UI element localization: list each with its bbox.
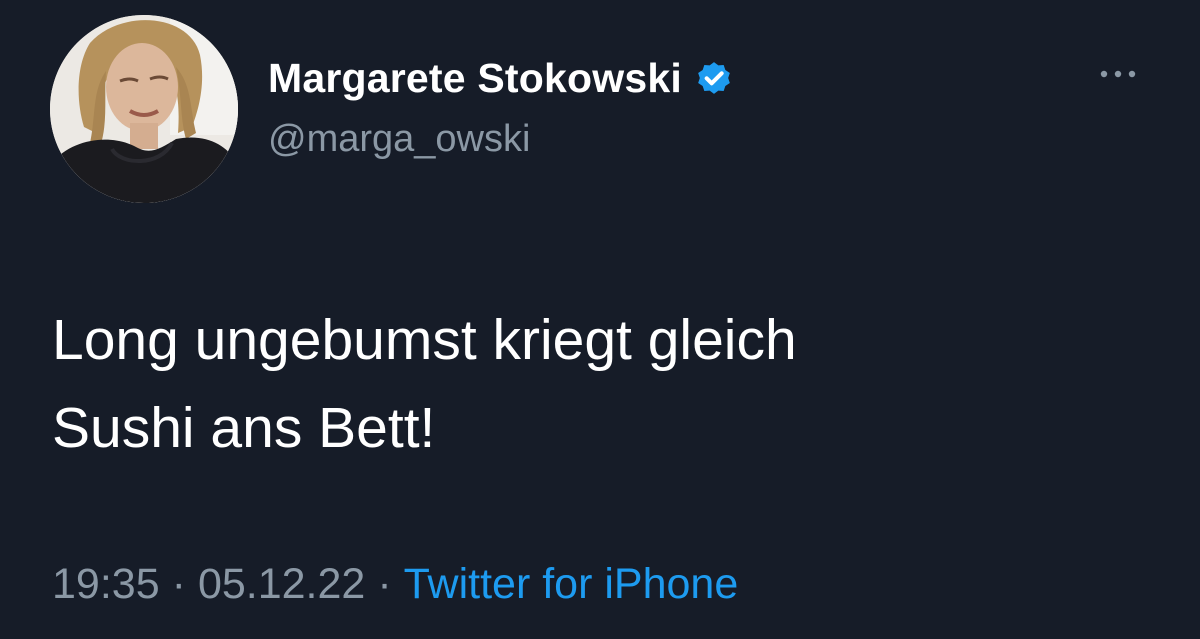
tweet-text-line: Sushi ans Bett! xyxy=(52,396,436,460)
tweet-source-link[interactable]: Twitter for iPhone xyxy=(404,560,739,608)
more-horizontal-icon[interactable] xyxy=(1094,62,1142,86)
display-name[interactable]: Margarete Stokowski xyxy=(268,55,682,102)
tweet-card: Margarete Stokowski @marga_owski Long un… xyxy=(0,0,1200,639)
avatar[interactable] xyxy=(50,15,238,203)
profile-photo-icon xyxy=(50,15,238,203)
user-name-row[interactable]: Margarete Stokowski xyxy=(268,52,734,104)
tweet-meta: 19:35 · 05.12.22 · Twitter for iPhone xyxy=(52,560,738,609)
user-handle[interactable]: @marga_owski xyxy=(268,118,530,161)
tweet-text-line: Long ungebumst kriegt gleich xyxy=(52,308,797,372)
verified-badge-icon xyxy=(698,62,730,94)
meta-separator: · xyxy=(377,560,392,608)
tweet-date[interactable]: 05.12.22 xyxy=(198,560,365,608)
tweet-text: Long ungebumst kriegt gleich Sushi ans B… xyxy=(52,296,1152,472)
tweet-time[interactable]: 19:35 xyxy=(52,560,160,608)
meta-separator: · xyxy=(171,560,186,608)
